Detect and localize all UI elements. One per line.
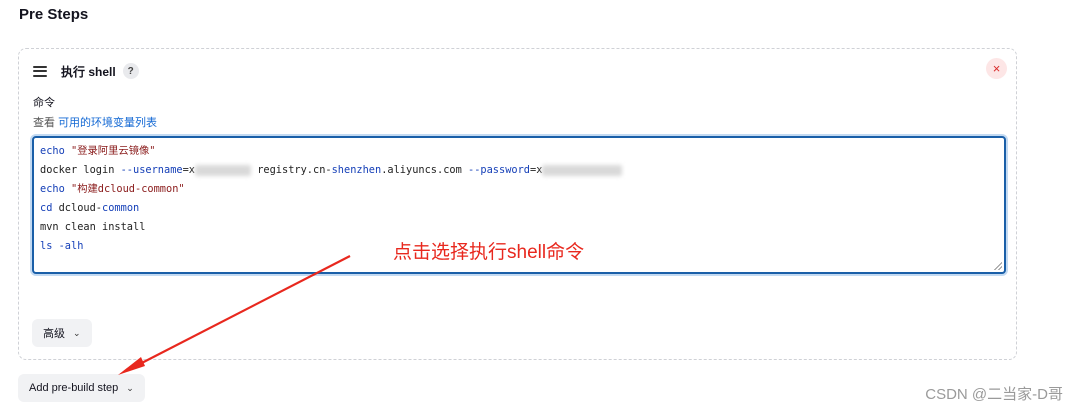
annotation-text: 点击选择执行shell命令	[393, 242, 585, 263]
code-line: echo "登录阿里云镜像"	[40, 145, 156, 157]
resize-grip-icon[interactable]	[994, 262, 1002, 270]
code-line: echo "构建dcloud-common"	[40, 183, 185, 195]
command-label: 命令	[33, 97, 55, 109]
delete-step-button[interactable]: ×	[986, 58, 1007, 79]
code-line: docker login --username=x registry.cn-sh…	[40, 161, 998, 180]
watermark: CSDN @二当家-D哥	[925, 386, 1063, 403]
code-line: cd dcloud-common	[40, 202, 140, 214]
chevron-down-icon: ⌄	[73, 327, 81, 338]
drag-handle-icon[interactable]	[33, 65, 47, 77]
advanced-button[interactable]: 高级 ⌄	[32, 319, 92, 347]
code-line: mvn clean install	[40, 221, 146, 233]
redacted-username	[195, 164, 251, 176]
add-pre-build-step-button[interactable]: Add pre-build step ⌄	[18, 374, 145, 402]
step-header: 执行 shell ?	[33, 61, 139, 81]
env-vars-row: 查看 可用的环境变量列表	[33, 114, 157, 130]
env-vars-prefix: 查看	[33, 117, 59, 129]
redacted-password	[542, 164, 623, 176]
advanced-label: 高级	[43, 328, 65, 340]
help-icon[interactable]: ?	[122, 63, 139, 79]
add-pre-build-step-label: Add pre-build step	[29, 382, 119, 394]
step-name: 执行 shell	[61, 64, 116, 79]
chevron-down-icon: ⌄	[126, 382, 134, 393]
env-vars-link[interactable]: 可用的环境变量列表	[58, 117, 157, 129]
build-step-card: 执行 shell ? × 命令 查看 可用的环境变量列表 echo "登录阿里云…	[18, 48, 1017, 360]
section-title: Pre Steps	[19, 6, 89, 23]
